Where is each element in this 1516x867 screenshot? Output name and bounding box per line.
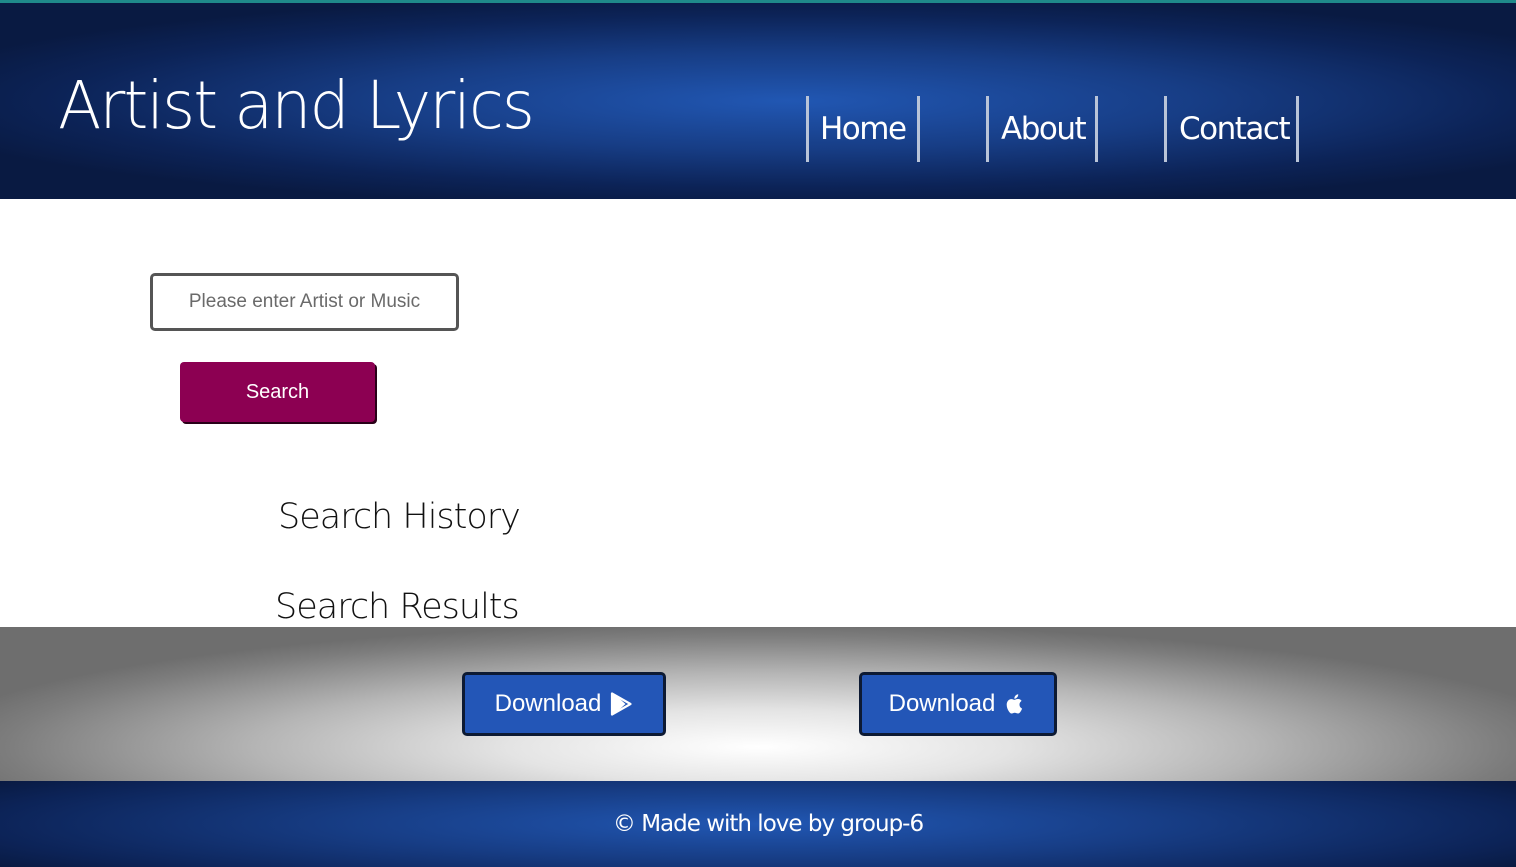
nav-contact-link[interactable]: Contact [1164,96,1299,162]
nav-about-link[interactable]: About [986,96,1098,162]
footer-credit: © Made with love by group-6 [612,811,924,837]
site-footer: © Made with love by group-6 [0,781,1516,867]
search-history-heading: Search History [278,497,521,537]
download-android-label: Download [494,690,602,717]
apple-icon [1007,694,1023,714]
search-input[interactable] [150,273,459,331]
nav-home-link[interactable]: Home [806,96,920,162]
site-header: Artist and Lyrics Home About Contact [0,0,1516,199]
search-results-heading: Search Results [275,587,520,627]
google-play-icon [611,692,632,716]
download-android-button[interactable]: Download [462,672,666,736]
download-apple-button[interactable]: Download [859,672,1057,736]
downloads-section: Download Download [0,627,1516,781]
search-button[interactable]: Search [180,362,375,422]
site-title: Artist and Lyrics [58,67,535,144]
download-apple-label: Download [888,690,996,717]
